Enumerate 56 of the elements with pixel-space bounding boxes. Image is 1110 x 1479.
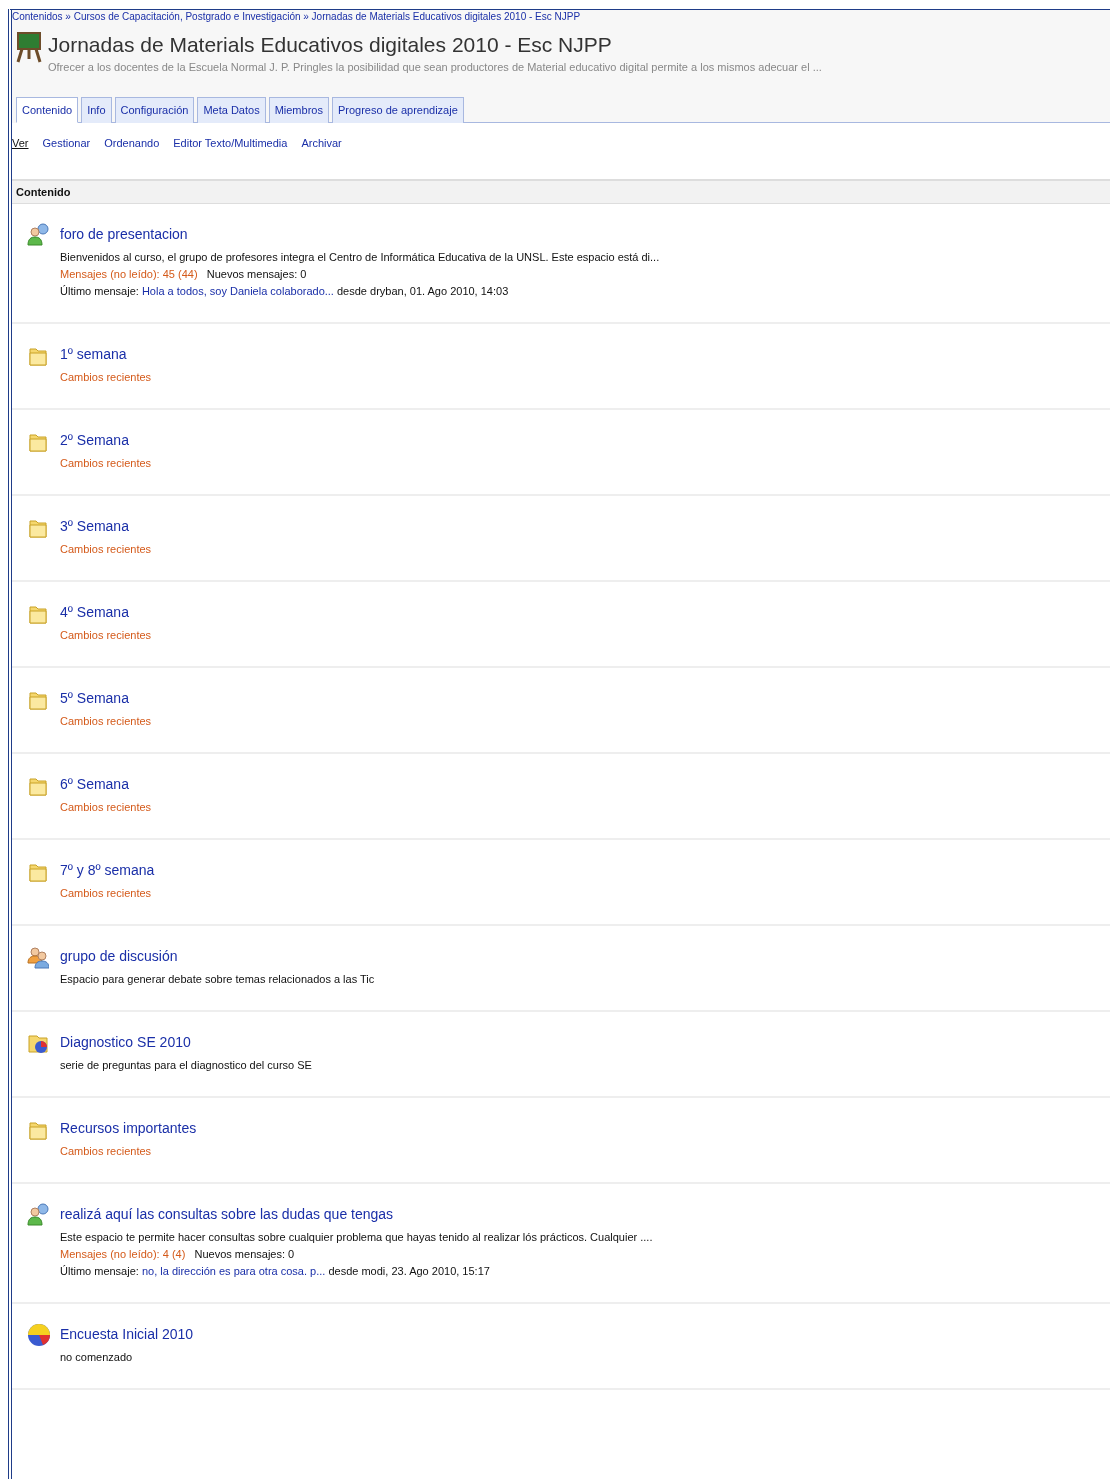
subnav-link[interactable]: Archivar bbox=[301, 137, 342, 179]
recent-changes-text: Cambios recientes bbox=[60, 714, 152, 729]
section-header: Contenido bbox=[12, 179, 1110, 204]
subnav-link[interactable]: Gestionar bbox=[42, 137, 91, 179]
tab[interactable]: Progreso de aprendizaje bbox=[331, 97, 464, 123]
subnav-link[interactable]: Ver bbox=[12, 137, 29, 179]
last-message-meta: desde dryban, 01. Ago 2010, 14:03 bbox=[337, 285, 509, 297]
recent-changes-text: Cambios recientes bbox=[60, 1144, 153, 1159]
new-messages-count: Nuevos mensajes: 0 bbox=[194, 1248, 295, 1260]
item-title-link[interactable]: 4º Semana bbox=[60, 604, 129, 620]
course-title: Jornadas de Materials Educativos digitales 2010 - Esc NJPP bbox=[48, 32, 613, 58]
breadcrumb-text: Contenidos » Cursos de Capacitación, Postgrado e Investigación » Jornadas de Materials Educativos digitales 2010 - Esc NJPP bbox=[12, 10, 1110, 22]
item-description: serie de preguntas para el diagnostico del curso SE bbox=[60, 1058, 312, 1073]
last-message-label: Último mensaje: bbox=[60, 285, 139, 297]
pie-chart-icon bbox=[27, 1323, 51, 1347]
last-message-meta: desde modi, 23. Ago 2010, 15:17 bbox=[328, 1265, 490, 1277]
new-messages-count: Nuevos mensajes: 0 bbox=[206, 268, 307, 280]
item-title-link[interactable]: Recursos importantes bbox=[60, 1120, 197, 1136]
item-title-link[interactable]: Diagnostico SE 2010 bbox=[60, 1034, 191, 1050]
forum-icon bbox=[27, 1203, 49, 1227]
item-description: Este espacio te permite hacer consultas sobre cualquier problema que hayas tenido al realizar lós prácticos. Cualquier .... bbox=[60, 1230, 653, 1245]
tab[interactable]: Meta Datos bbox=[197, 97, 266, 123]
item-title-link[interactable]: 6º Semana bbox=[60, 776, 129, 792]
recent-changes-text: Cambios recientes bbox=[60, 628, 152, 643]
last-message-link[interactable]: Hola a todos, soy Daniela colaborado... bbox=[141, 285, 334, 297]
unread-messages-count: Mensajes (no leído): 45 (44) bbox=[60, 268, 198, 280]
item-title-link[interactable]: grupo de discusión bbox=[60, 948, 178, 964]
group-icon bbox=[27, 945, 49, 969]
tab[interactable]: Info bbox=[81, 97, 112, 123]
recent-changes-text: Cambios recientes bbox=[60, 886, 153, 901]
subnav-link[interactable]: Ordenando bbox=[104, 137, 160, 179]
item-title-link[interactable]: realizá aquí las consultas sobre las dudas que tengas bbox=[60, 1206, 394, 1222]
item-description: Espacio para generar debate sobre temas relacionados a las Tic bbox=[60, 972, 375, 987]
item-title-link[interactable]: Encuesta Inicial 2010 bbox=[60, 1326, 194, 1342]
item-title-link[interactable]: 1º semana bbox=[60, 346, 127, 362]
recent-changes-text: Cambios recientes bbox=[60, 456, 152, 471]
recent-changes-text: Cambios recientes bbox=[60, 370, 152, 385]
tab[interactable]: Miembros bbox=[268, 97, 329, 123]
tab[interactable]: Contenido bbox=[16, 97, 79, 123]
item-title-link[interactable]: 3º Semana bbox=[60, 518, 129, 534]
subnav-link[interactable]: Editor Texto/Multimedia bbox=[173, 137, 288, 179]
last-message-label: Último mensaje: bbox=[60, 1265, 139, 1277]
forum-icon bbox=[27, 223, 49, 247]
item-title-link[interactable]: 5º Semana bbox=[60, 690, 129, 706]
recent-changes-text: Cambios recientes bbox=[60, 800, 152, 815]
item-title-link[interactable]: 7º y 8º semana bbox=[60, 862, 155, 878]
tab[interactable]: Configuración bbox=[114, 97, 195, 123]
recent-changes-text: Cambios recientes bbox=[60, 542, 152, 557]
course-description: Ofrecer a los docentes de la Escuela Normal J. P. Pringles la posibilidad que sean productores de Material educativo digital permite a los mismos adecuar el ... bbox=[48, 61, 822, 73]
unread-messages-count: Mensajes (no leído): 4 (4) bbox=[60, 1248, 186, 1260]
item-description: Bienvenidos al curso, el grupo de profesores integra el Centro de Informática Educativa de la UNSL. Este espacio está di... bbox=[60, 250, 660, 265]
item-title-link[interactable]: 2º Semana bbox=[60, 432, 129, 448]
last-message-link[interactable]: no, la dirección es para otra cosa. p... bbox=[141, 1265, 326, 1277]
item-title-link[interactable]: foro de presentacion bbox=[60, 226, 188, 242]
item-description: no comenzado bbox=[60, 1350, 134, 1365]
chalkboard-icon bbox=[16, 32, 42, 64]
